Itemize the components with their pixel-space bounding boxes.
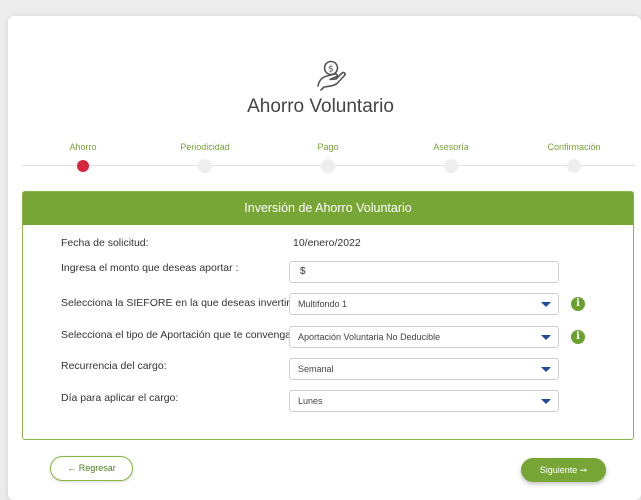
siefore-label: Selecciona la SIEFORE en la que deseas i… bbox=[61, 297, 296, 309]
step-indicator bbox=[321, 159, 335, 173]
next-button[interactable]: Siguiente ➞ bbox=[521, 458, 606, 482]
chevron-down-icon bbox=[541, 399, 551, 404]
info-icon[interactable]: i bbox=[571, 330, 585, 344]
dia-label: Día para aplicar el cargo: bbox=[61, 392, 179, 404]
step-label: Ahorro bbox=[69, 142, 97, 152]
step-ahorro[interactable]: Ahorro bbox=[23, 140, 143, 172]
tipo-label: Selecciona el tipo de Aportación que te … bbox=[61, 329, 294, 341]
page-title: Ahorro Voluntario bbox=[247, 96, 394, 117]
siefore-selected-value: Multifondo 1 bbox=[298, 299, 348, 309]
monto-input[interactable]: $ bbox=[289, 261, 559, 283]
chevron-down-icon bbox=[541, 302, 551, 307]
tipo-aportacion-select[interactable]: Aportación Voluntaria No Deducible bbox=[289, 326, 559, 348]
recurrencia-label: Recurrencia del cargo: bbox=[61, 360, 167, 372]
step-asesoria[interactable]: Asesoría bbox=[391, 140, 511, 173]
chevron-down-icon bbox=[541, 335, 551, 340]
dia-selected-value: Lunes bbox=[298, 396, 323, 406]
recurrencia-selected-value: Semanal bbox=[298, 364, 334, 374]
step-indicator bbox=[567, 159, 581, 173]
step-periodicidad[interactable]: Periodicidad bbox=[145, 140, 265, 173]
monto-label: Ingresa el monto que deseas aportar : bbox=[61, 262, 239, 274]
info-icon[interactable]: i bbox=[571, 297, 585, 311]
dia-select[interactable]: Lunes bbox=[289, 390, 559, 412]
step-label: Periodicidad bbox=[180, 142, 230, 152]
step-confirmacion[interactable]: Confirmación bbox=[514, 140, 634, 173]
chevron-down-icon bbox=[541, 367, 551, 372]
recurrencia-select[interactable]: Semanal bbox=[289, 358, 559, 380]
step-label: Pago bbox=[317, 142, 339, 152]
step-indicator bbox=[444, 159, 458, 173]
panel-title: Inversión de Ahorro Voluntario bbox=[23, 192, 633, 225]
step-label: Confirmación bbox=[547, 142, 601, 152]
fecha-label: Fecha de solicitud: bbox=[61, 237, 149, 249]
step-indicator bbox=[198, 159, 212, 173]
siefore-select[interactable]: Multifondo 1 bbox=[289, 293, 559, 315]
step-pago[interactable]: Pago bbox=[268, 140, 388, 173]
progress-stepper: Ahorro Periodicidad Pago Asesoría Confir… bbox=[0, 140, 641, 180]
back-button[interactable]: ← Regresar bbox=[50, 456, 133, 481]
step-label: Asesoría bbox=[433, 142, 469, 152]
step-indicator-active bbox=[77, 160, 89, 172]
svg-text:$: $ bbox=[328, 65, 334, 75]
tipo-selected-value: Aportación Voluntaria No Deducible bbox=[298, 332, 441, 342]
fecha-value: 10/enero/2022 bbox=[293, 237, 361, 249]
hand-coin-icon: $ bbox=[317, 60, 346, 91]
investment-form-panel: Inversión de Ahorro Voluntario Fecha de … bbox=[22, 191, 634, 440]
